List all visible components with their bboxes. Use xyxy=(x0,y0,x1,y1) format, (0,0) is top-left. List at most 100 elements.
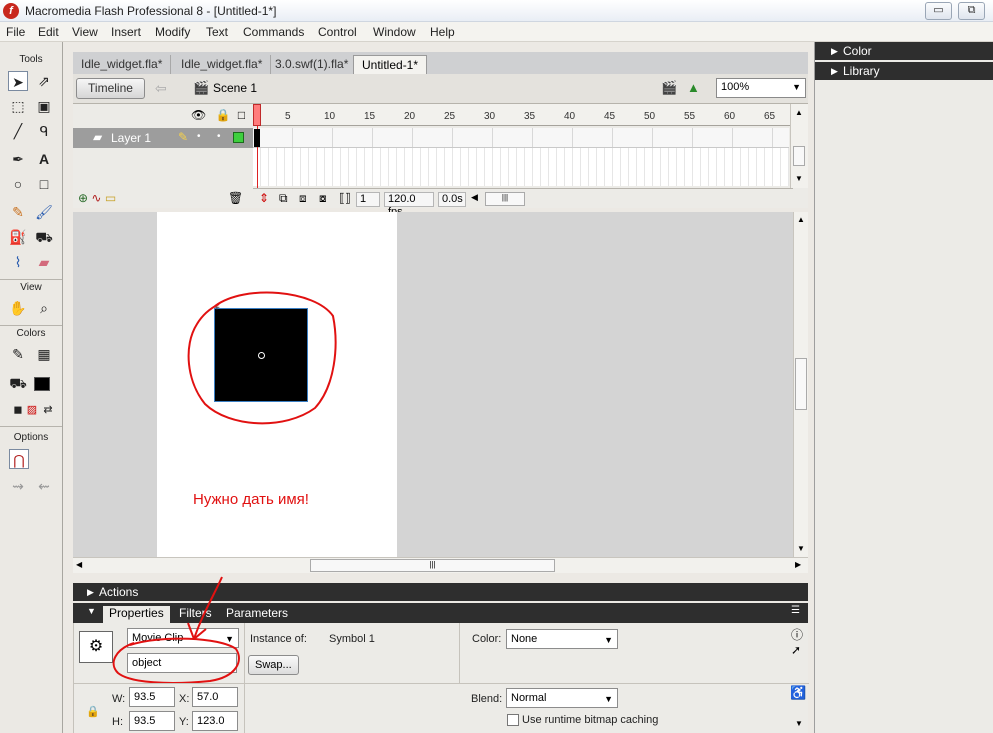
center-frame-icon[interactable]: ⇕ xyxy=(259,191,269,205)
eraser-tool-icon[interactable]: ▰ xyxy=(34,252,54,272)
tab-idle-widget-2[interactable]: Idle_widget.fla* xyxy=(173,55,272,74)
keyframe-1[interactable] xyxy=(254,129,260,147)
menu-help[interactable]: Help xyxy=(430,25,455,39)
menu-view[interactable]: View xyxy=(72,25,98,39)
timeline-hscroll-thumb[interactable]: ||| xyxy=(485,192,525,206)
outline-color-swatch[interactable] xyxy=(233,132,244,143)
snap-magnet-icon[interactable]: ⋂ xyxy=(9,449,29,469)
tab-properties[interactable]: Properties xyxy=(103,606,170,623)
subselection-tool-icon[interactable]: ⇗ xyxy=(34,71,54,91)
selection-tool-icon[interactable]: ➤ xyxy=(8,71,28,91)
scroll-thumb[interactable]: ||| xyxy=(310,559,555,572)
fill-transform-tool-icon[interactable]: ▣ xyxy=(34,96,54,116)
scroll-up-icon[interactable]: ▲ xyxy=(797,215,805,224)
stage[interactable]: + Нужно дать имя! xyxy=(157,212,397,557)
lock-icon[interactable]: 🔒 xyxy=(86,705,100,718)
timeline-toggle-button[interactable]: Timeline xyxy=(76,78,145,99)
help-icon[interactable]: ⓘ xyxy=(791,626,803,643)
tab-untitled-1[interactable]: Untitled-1* xyxy=(353,55,428,74)
trash-icon[interactable]: 🗑 xyxy=(228,191,243,205)
stage-vertical-scrollbar[interactable]: ▲ ▼ xyxy=(793,212,808,557)
edit-symbols-icon[interactable]: ▲ xyxy=(687,80,700,95)
width-input[interactable]: 93.5 xyxy=(129,687,175,707)
x-input[interactable]: 57.0 xyxy=(192,687,238,707)
add-motion-guide-icon[interactable]: ∿ xyxy=(91,191,101,205)
insert-layer-icon[interactable]: ⊕ xyxy=(78,191,88,205)
playhead[interactable] xyxy=(253,104,261,126)
oval-tool-icon[interactable]: ○ xyxy=(8,174,28,194)
free-transform-tool-icon[interactable]: ⬚ xyxy=(8,96,28,116)
panel-options-icon[interactable]: ☰ xyxy=(791,605,800,616)
insert-folder-icon[interactable]: ▭ xyxy=(105,191,116,205)
edit-in-place-icon[interactable]: ➚ xyxy=(791,643,801,657)
smooth-icon[interactable]: ⇝ xyxy=(8,476,28,496)
menu-window[interactable]: Window xyxy=(373,25,416,39)
frame-grid[interactable] xyxy=(253,128,789,186)
menu-commands[interactable]: Commands xyxy=(243,25,304,39)
scroll-up-icon[interactable]: ▲ xyxy=(795,108,803,117)
scroll-thumb[interactable] xyxy=(793,146,805,166)
zoom-select[interactable]: 100% ▼ xyxy=(716,78,806,98)
menu-text[interactable]: Text xyxy=(206,25,228,39)
eye-icon[interactable]: 👁 xyxy=(191,108,206,122)
accessibility-icon[interactable]: ♿ xyxy=(790,685,806,701)
lock-icon[interactable]: 🔒 xyxy=(216,108,231,122)
maximize-button[interactable]: ▭ xyxy=(925,2,952,20)
menu-file[interactable]: File xyxy=(6,25,25,39)
blend-select[interactable]: Normal ▼ xyxy=(506,688,618,708)
tab-idle-widget-1[interactable]: Idle_widget.fla* xyxy=(73,55,172,74)
back-arrow-icon[interactable]: ⇦ xyxy=(155,80,167,97)
bitmap-caching-checkbox[interactable] xyxy=(507,714,519,726)
fill-swatch[interactable] xyxy=(34,377,50,391)
tab-parameters[interactable]: Parameters xyxy=(226,606,288,620)
menu-control[interactable]: Control xyxy=(318,25,357,39)
menu-modify[interactable]: Modify xyxy=(155,25,190,39)
edit-multiple-frames-icon[interactable]: ⧇ xyxy=(319,191,327,206)
menu-edit[interactable]: Edit xyxy=(38,25,59,39)
scroll-down-icon[interactable]: ▼ xyxy=(795,174,803,183)
restore-button[interactable]: ⧉ xyxy=(958,2,985,20)
scroll-left-icon[interactable]: ◀ xyxy=(471,192,478,203)
pen-tool-icon[interactable]: ✒ xyxy=(8,149,28,169)
layer-1-frames[interactable] xyxy=(253,128,789,148)
paint-bucket-tool-icon[interactable]: ⛟ xyxy=(34,227,54,247)
onion-skin-icon[interactable]: ⧉ xyxy=(279,191,288,206)
visible-dot-icon[interactable]: • xyxy=(197,131,201,142)
swap-colors-icon[interactable]: ⇄ xyxy=(38,400,58,420)
lasso-tool-icon[interactable]: ᑫ xyxy=(34,121,54,141)
stroke-color-icon[interactable]: ✎ xyxy=(8,344,28,364)
menu-insert[interactable]: Insert xyxy=(111,25,141,39)
text-tool-icon[interactable]: A xyxy=(34,149,54,169)
onion-outline-icon[interactable]: ⧈ xyxy=(299,191,307,206)
stroke-swatch-icon[interactable]: ▦ xyxy=(34,344,54,364)
zoom-tool-icon[interactable]: ⌕ xyxy=(34,298,54,318)
color-panel-header[interactable]: ▶ Color xyxy=(815,42,993,60)
ink-bottle-tool-icon[interactable]: ⛽ xyxy=(8,227,28,247)
layer-row[interactable]: ▰ Layer 1 ✎ • • xyxy=(73,128,253,148)
color-effect-select[interactable]: None ▼ xyxy=(506,629,618,649)
stage-horizontal-scrollbar[interactable]: ◀ ||| ▶ xyxy=(73,557,808,573)
hand-tool-icon[interactable]: ✋ xyxy=(8,298,28,318)
brush-tool-icon[interactable]: 🖌 xyxy=(34,202,54,222)
scroll-right-icon[interactable]: ▶ xyxy=(795,560,801,569)
modify-onion-markers-icon[interactable]: ⟦⟧ xyxy=(339,191,351,205)
scroll-left-icon[interactable]: ◀ xyxy=(76,560,82,569)
scroll-thumb[interactable] xyxy=(795,358,807,410)
scroll-down-icon[interactable]: ▼ xyxy=(797,544,805,553)
tab-swf-fla[interactable]: 3.0.swf(1).fla* xyxy=(267,55,358,74)
outline-icon[interactable]: □ xyxy=(238,108,245,122)
pencil-tool-icon[interactable]: ✎ xyxy=(8,202,28,222)
fill-color-icon[interactable]: ⛟ xyxy=(8,373,28,393)
straighten-icon[interactable]: ⇜ xyxy=(34,476,54,496)
expand-panel-icon[interactable]: ▼ xyxy=(795,719,803,728)
eyedropper-tool-icon[interactable]: ⌇ xyxy=(8,252,28,272)
library-panel-header[interactable]: ▶ Library xyxy=(815,62,993,80)
edit-scene-icon[interactable]: 🎬 xyxy=(661,80,677,96)
rectangle-tool-icon[interactable]: □ xyxy=(34,174,54,194)
swap-button[interactable]: Swap... xyxy=(248,655,299,675)
timeline-vertical-scrollbar[interactable]: ▲ ▼ xyxy=(790,104,808,188)
line-tool-icon[interactable]: ╱ xyxy=(8,121,28,141)
frame-ruler[interactable]: 1 5 10 15 20 25 30 35 40 45 50 55 60 65 xyxy=(253,104,793,126)
unlocked-dot-icon[interactable]: • xyxy=(217,131,221,142)
height-input[interactable]: 93.5 xyxy=(129,711,175,731)
